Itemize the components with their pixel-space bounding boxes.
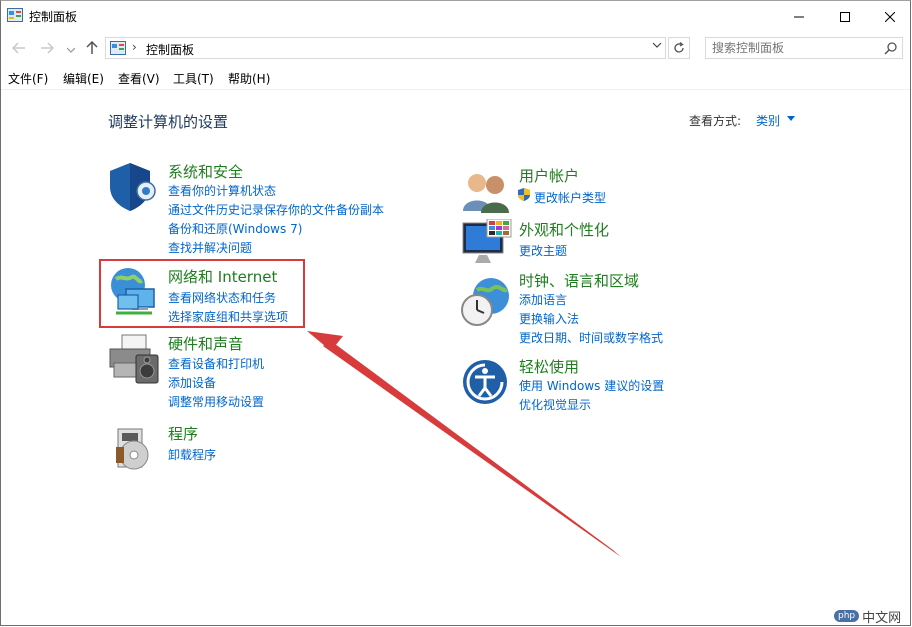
category-title-appearance[interactable]: 外观和个性化 <box>519 219 609 240</box>
clock-globe-icon <box>461 278 509 326</box>
link-file-history-backup[interactable]: 通过文件历史记录保存你的文件备份副本 <box>168 201 384 218</box>
users-icon <box>463 174 509 213</box>
link-windows-suggested-settings[interactable]: 使用 Windows 建议的设置 <box>519 377 664 394</box>
close-button[interactable] <box>867 1 910 32</box>
link-uninstall-program[interactable]: 卸载程序 <box>168 446 216 463</box>
view-by-label: 查看方式: <box>689 114 742 128</box>
close-icon <box>885 11 895 22</box>
annotation-highlight-box <box>99 259 305 328</box>
watermark: php 中文网 <box>834 607 901 625</box>
control-panel-window: 控制面板 › 控制面板 搜索控制面板 文件(F) 编辑(E) 查看(V) 工具(… <box>0 0 911 626</box>
refresh-icon <box>674 42 684 53</box>
minimize-icon <box>794 16 804 17</box>
up-arrow-icon <box>86 41 98 54</box>
programs-disc-icon <box>116 428 149 470</box>
link-optimize-visual-display[interactable]: 优化视觉显示 <box>519 396 591 413</box>
uac-shield-icon <box>518 188 530 201</box>
menu-help[interactable]: 帮助(H) <box>228 70 270 87</box>
navigation-bar: › 控制面板 <box>1 34 910 64</box>
link-backup-restore[interactable]: 备份和还原(Windows 7) <box>168 220 302 237</box>
address-dropdown-button[interactable] <box>652 41 662 52</box>
category-title-user-accounts[interactable]: 用户帐户 <box>519 165 579 186</box>
watermark-text: 中文网 <box>862 610 902 626</box>
shield-icon <box>110 163 156 211</box>
recent-locations-button[interactable] <box>61 40 81 60</box>
search-box[interactable] <box>705 37 903 59</box>
address-bar[interactable]: › 控制面板 <box>105 37 666 59</box>
link-change-account-type[interactable]: 更改帐户类型 <box>534 189 606 206</box>
link-add-language[interactable]: 添加语言 <box>519 291 567 308</box>
link-devices-printers[interactable]: 查看设备和打印机 <box>168 355 264 372</box>
forward-arrow-icon <box>41 42 54 54</box>
chevron-down-icon <box>67 47 75 53</box>
back-arrow-icon <box>12 42 25 54</box>
monitor-palette-icon <box>462 219 512 263</box>
maximize-icon <box>840 11 850 22</box>
search-icon[interactable] <box>884 41 898 55</box>
category-title-programs[interactable]: 程序 <box>168 423 198 444</box>
menu-divider <box>1 89 910 90</box>
search-input[interactable] <box>712 41 872 55</box>
menu-bar: 文件(F) 编辑(E) 查看(V) 工具(T) 帮助(H) <box>1 68 910 88</box>
link-change-theme[interactable]: 更改主题 <box>519 242 567 259</box>
forward-button[interactable] <box>37 38 57 58</box>
category-title-hardware-sound[interactable]: 硬件和声音 <box>168 333 243 354</box>
menu-edit[interactable]: 编辑(E) <box>63 70 104 87</box>
link-date-time-format[interactable]: 更改日期、时间或数字格式 <box>519 329 663 346</box>
ease-of-access-icon <box>463 360 507 404</box>
chevron-down-icon <box>652 42 662 48</box>
link-add-device[interactable]: 添加设备 <box>168 374 216 391</box>
link-troubleshoot[interactable]: 查找并解决问题 <box>168 239 252 256</box>
control-panel-icon <box>110 41 126 55</box>
page-title: 调整计算机的设置 <box>108 113 229 131</box>
printer-speaker-icon <box>109 334 159 384</box>
back-button[interactable] <box>9 38 29 58</box>
view-by-dropdown[interactable]: 类别 <box>756 112 780 129</box>
breadcrumb[interactable]: 控制面板 <box>146 41 194 58</box>
menu-tools[interactable]: 工具(T) <box>173 70 214 87</box>
menu-view[interactable]: 查看(V) <box>118 70 160 87</box>
breadcrumb-separator-icon[interactable]: › <box>132 40 137 54</box>
view-by-chevron-icon[interactable] <box>787 116 795 121</box>
category-title-clock-language-region[interactable]: 时钟、语言和区域 <box>519 270 639 291</box>
refresh-button[interactable] <box>668 37 690 59</box>
link-change-input-method[interactable]: 更换输入法 <box>519 310 579 327</box>
up-button[interactable] <box>82 38 102 58</box>
watermark-badge: php <box>834 610 860 622</box>
maximize-button[interactable] <box>822 1 868 32</box>
minimize-button[interactable] <box>776 1 822 32</box>
category-title-system-security[interactable]: 系统和安全 <box>168 161 243 182</box>
link-mobility-settings[interactable]: 调整常用移动设置 <box>168 393 264 410</box>
category-title-ease-of-access[interactable]: 轻松使用 <box>519 356 579 377</box>
window-title: 控制面板 <box>29 10 78 24</box>
link-view-computer-status[interactable]: 查看你的计算机状态 <box>168 182 276 199</box>
control-panel-icon <box>7 8 23 22</box>
title-bar[interactable]: 控制面板 <box>1 1 910 32</box>
menu-file[interactable]: 文件(F) <box>8 70 48 87</box>
